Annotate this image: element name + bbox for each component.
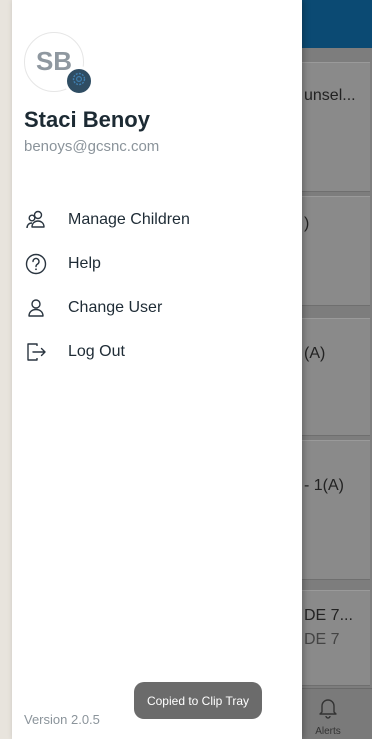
toast-notification: Copied to Clip Tray <box>134 682 262 719</box>
user-email: benoys@gcsnc.com <box>24 138 160 155</box>
toast-text: Copied to Clip Tray <box>146 693 250 708</box>
bell-icon <box>318 699 338 723</box>
logout-icon <box>24 340 48 364</box>
underlying-screen: unsel... ) (A) - 1(A) DE 7... DE 7 Alert… <box>300 0 372 739</box>
menu-item-label: Manage Children <box>68 211 190 228</box>
app-header-bar <box>300 0 372 48</box>
menu-item-help[interactable]: Help <box>24 242 294 286</box>
users-icon <box>24 208 48 232</box>
user-icon <box>24 296 48 320</box>
list-item-text: unsel... <box>304 87 356 104</box>
bottom-nav: Alerts <box>300 688 372 739</box>
menu-item-change-user[interactable]: Change User <box>24 286 294 330</box>
menu-item-label: Change User <box>68 299 163 316</box>
list-item: ) <box>300 196 370 306</box>
menu-item-log-out[interactable]: Log Out <box>24 330 294 374</box>
menu-item-manage-children[interactable]: Manage Children <box>24 198 294 242</box>
list-item: (A) <box>300 318 370 436</box>
list-item: unsel... <box>300 62 370 192</box>
user-name: Staci Benoy <box>24 107 150 132</box>
app-version: Version 2.0.5 <box>24 712 100 727</box>
list-item-text: (A) <box>304 345 326 362</box>
list-item: DE 7... DE 7 <box>300 590 370 686</box>
alerts-tab-label: Alerts <box>315 726 341 737</box>
list-item-subtext: DE 7 <box>304 631 340 648</box>
list-item-text: - 1(A) <box>304 477 344 494</box>
list-item: - 1(A) <box>300 440 370 580</box>
list-item-text: ) <box>304 215 310 232</box>
navigation-drawer: SB Staci Benoy benoys@gcsnc.com Manage C… <box>12 0 302 739</box>
background-edge <box>0 0 12 739</box>
drawer-menu: Manage Children Help Change User Log Out <box>24 198 294 374</box>
menu-item-label: Help <box>68 255 101 272</box>
menu-item-label: Log Out <box>68 343 125 360</box>
avatar-badge[interactable] <box>64 66 94 96</box>
alerts-tab[interactable]: Alerts <box>308 697 348 737</box>
list-item-text: DE 7... <box>304 607 353 624</box>
help-circle-icon <box>24 252 48 276</box>
gear-icon <box>71 71 87 92</box>
